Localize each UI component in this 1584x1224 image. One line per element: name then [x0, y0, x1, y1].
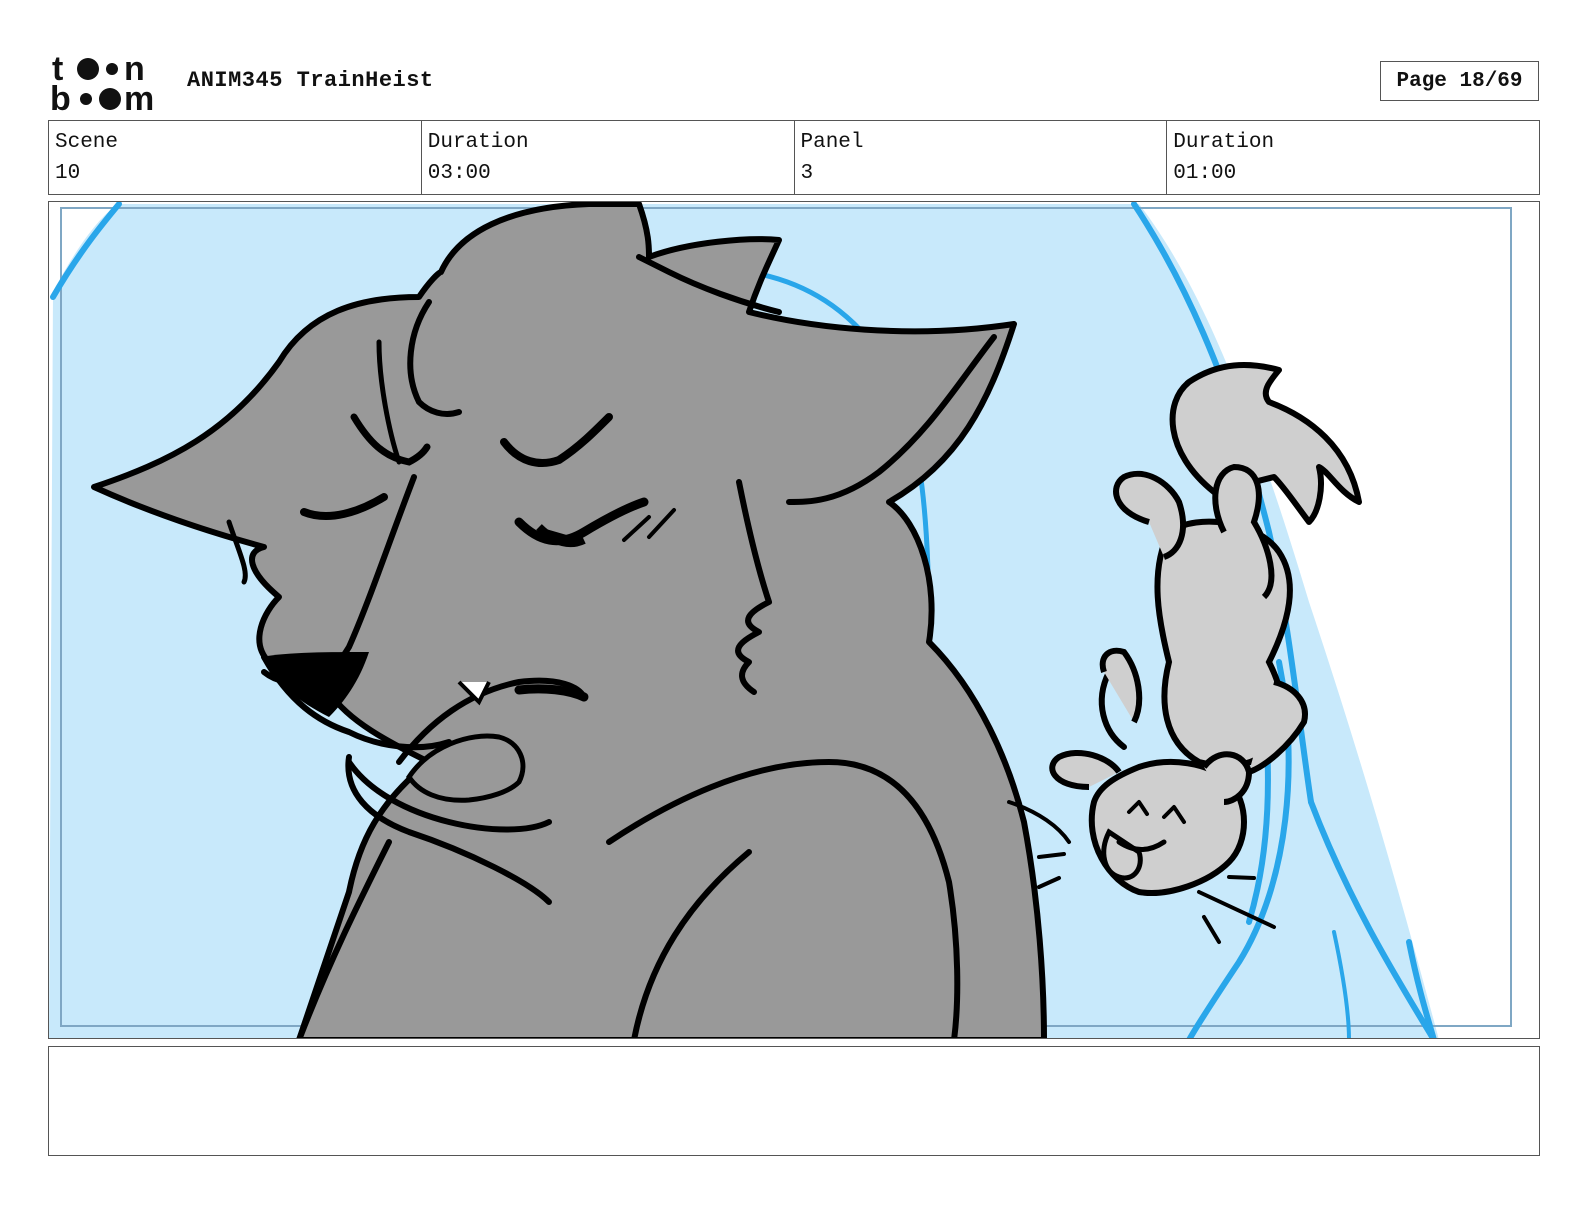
panel-value: 3: [800, 162, 814, 185]
scene-value: 10: [55, 162, 81, 185]
scene-duration-value: 03:00: [427, 162, 491, 185]
page-number: Page 18/69: [1380, 61, 1539, 101]
panel-cell: Panel 3: [795, 121, 1168, 194]
panel-duration-cell: Duration 01:00: [1167, 121, 1539, 194]
panel-duration-value: 01:00: [1173, 162, 1237, 185]
svg-text:m: m: [124, 80, 154, 114]
scene-duration-label: Duration: [427, 131, 529, 154]
scene-cell: Scene 10: [49, 121, 422, 194]
panel-drawing: [49, 202, 1539, 1038]
scene-duration-cell: Duration 03:00: [422, 121, 795, 194]
panel-duration-label: Duration: [1173, 131, 1275, 154]
storyboard-panel: [48, 201, 1540, 1039]
panel-info-table: Scene 10 Duration 03:00 Panel 3 Duration…: [48, 120, 1540, 195]
project-title: ANIM345 TrainHeist: [187, 68, 434, 93]
toon-boom-logo: t n b m: [50, 50, 166, 118]
panel-label: Panel: [800, 131, 864, 154]
panel-notes-box[interactable]: [48, 1046, 1540, 1156]
scene-label: Scene: [55, 131, 119, 154]
svg-text:b: b: [50, 80, 71, 114]
